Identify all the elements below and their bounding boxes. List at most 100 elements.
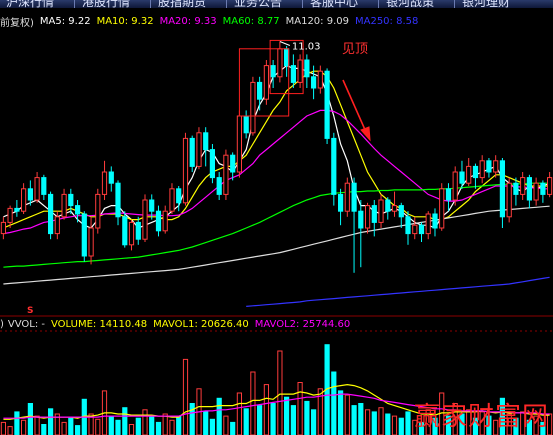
volume-bar bbox=[391, 415, 398, 435]
candle-body bbox=[547, 177, 553, 195]
candle-body bbox=[61, 193, 67, 218]
candle-body bbox=[162, 210, 168, 232]
volume-bar bbox=[223, 415, 229, 435]
candle-body bbox=[533, 182, 539, 201]
candle-body bbox=[493, 160, 499, 173]
candle-body bbox=[270, 65, 276, 78]
volume-bar bbox=[365, 409, 371, 435]
candle-body bbox=[101, 171, 108, 195]
candle-body bbox=[236, 115, 243, 173]
candle-body bbox=[418, 224, 425, 235]
candle-body bbox=[81, 213, 87, 257]
candle-body bbox=[189, 137, 195, 167]
candle-body bbox=[412, 224, 418, 235]
volume-bar bbox=[398, 417, 404, 435]
volume-bar bbox=[142, 409, 148, 435]
candle-body bbox=[338, 193, 344, 212]
candle-body bbox=[466, 165, 472, 184]
volume-bar bbox=[68, 417, 74, 435]
volume-bar bbox=[95, 418, 101, 435]
volume-bar bbox=[385, 413, 391, 435]
volume-bar bbox=[338, 390, 344, 435]
candle-body bbox=[526, 177, 532, 201]
candle-body bbox=[216, 177, 222, 195]
ma10-line bbox=[3, 70, 550, 229]
candle-body bbox=[311, 76, 317, 89]
volume-bar bbox=[351, 405, 357, 435]
volume-bar bbox=[378, 407, 384, 435]
volume-bar bbox=[284, 396, 290, 435]
candle-body bbox=[398, 205, 404, 218]
candle-body bbox=[54, 216, 60, 235]
candle-body bbox=[479, 160, 485, 179]
candle-body bbox=[7, 207, 13, 223]
volume-bar bbox=[176, 415, 182, 435]
candle-body bbox=[391, 205, 398, 212]
volume-bar bbox=[344, 394, 350, 435]
volume-bar bbox=[358, 403, 364, 435]
candle-body bbox=[68, 193, 74, 207]
candle-body bbox=[499, 160, 505, 218]
volume-bar bbox=[263, 384, 269, 435]
top-annotation: 见顶 bbox=[342, 42, 368, 57]
volume-bar bbox=[75, 425, 81, 435]
candle-body bbox=[115, 182, 121, 218]
volume-bar bbox=[277, 350, 283, 435]
candle-body bbox=[250, 81, 256, 134]
candle-body bbox=[196, 132, 202, 167]
volume-bar bbox=[331, 371, 337, 435]
volume-bar bbox=[48, 408, 54, 435]
candle-body bbox=[513, 182, 519, 195]
candle-body bbox=[182, 137, 189, 204]
candle-body bbox=[230, 154, 236, 173]
volume-bar bbox=[230, 421, 236, 435]
candle-body bbox=[540, 182, 546, 195]
candle-body bbox=[378, 199, 384, 223]
volume-bar bbox=[290, 405, 296, 435]
volume-bar bbox=[135, 417, 141, 435]
volume-bar bbox=[61, 421, 67, 435]
candle-body bbox=[209, 149, 216, 179]
candle-body bbox=[243, 115, 249, 134]
candle-body bbox=[445, 188, 452, 201]
watermark: 赢家财富网 bbox=[414, 402, 549, 432]
high-price-label: 11.03 bbox=[292, 42, 321, 53]
candle-body bbox=[520, 177, 526, 195]
candle-body bbox=[284, 48, 290, 67]
volume-bar bbox=[297, 382, 303, 435]
volume-bar bbox=[122, 407, 128, 435]
volume-bar bbox=[236, 392, 243, 435]
candle-body bbox=[472, 165, 479, 179]
candle-body bbox=[0, 221, 6, 235]
volume-bar bbox=[108, 415, 114, 435]
candle-body bbox=[371, 205, 377, 223]
volume-bar bbox=[155, 421, 162, 435]
candle-body bbox=[344, 182, 350, 212]
volume-bar bbox=[149, 415, 155, 435]
candle-body bbox=[75, 205, 81, 215]
ma250-line bbox=[246, 276, 550, 307]
high-leader-line bbox=[279, 41, 291, 46]
candle-body bbox=[122, 216, 128, 246]
candle-body bbox=[203, 132, 209, 151]
candle-body bbox=[358, 210, 364, 229]
candle-body bbox=[439, 188, 445, 229]
volume-bar bbox=[0, 421, 6, 435]
candle-body bbox=[263, 65, 269, 100]
candle-body bbox=[365, 205, 371, 229]
candle-body bbox=[176, 188, 182, 204]
candle-body bbox=[34, 177, 40, 201]
candle-body bbox=[324, 70, 330, 139]
annotation-arrow-head bbox=[360, 126, 371, 142]
candle-body bbox=[425, 213, 431, 235]
candle-body bbox=[506, 182, 512, 218]
candle-body bbox=[169, 188, 175, 212]
volume-bar bbox=[216, 397, 222, 435]
stock-chart[interactable]: 11.03 见顶 S 赢家财富网 bbox=[0, 0, 553, 435]
candle-body bbox=[297, 59, 303, 83]
candle-body bbox=[304, 59, 310, 78]
volume-bar bbox=[7, 426, 13, 435]
candle-body bbox=[277, 48, 283, 78]
candle-body bbox=[128, 221, 135, 246]
candle-body bbox=[432, 213, 438, 229]
